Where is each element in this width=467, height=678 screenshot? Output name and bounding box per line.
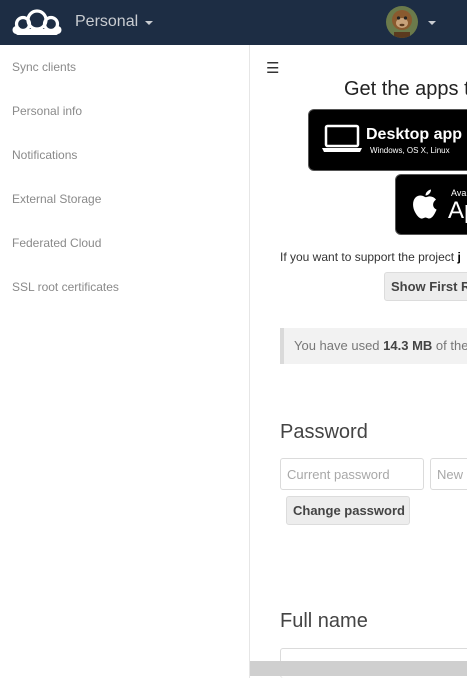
quota-suffix: of the bbox=[432, 338, 467, 353]
caret-down-icon bbox=[145, 21, 154, 25]
sidebar-item-sync-clients[interactable]: Sync clients bbox=[0, 45, 249, 89]
desktop-badge-subtitle: Windows, OS X, Linux bbox=[370, 146, 450, 155]
caret-down-icon bbox=[428, 21, 436, 25]
show-first-run-wizard-button[interactable]: Show First R bbox=[384, 272, 467, 301]
settings-sidebar: Sync clients Personal info Notifications… bbox=[0, 45, 250, 678]
desktop-app-badge[interactable]: Desktop app Windows, OS X, Linux bbox=[308, 109, 467, 171]
top-header: Personal bbox=[0, 0, 467, 45]
app-store-badge[interactable]: Ava Ap bbox=[395, 174, 467, 235]
horizontal-scrollbar[interactable] bbox=[250, 661, 467, 676]
storage-quota-bar: You have used 14.3 MB of the bbox=[280, 328, 467, 364]
app-menu-label: Personal bbox=[75, 13, 139, 30]
support-text-body: If you want to support the project bbox=[280, 250, 458, 264]
support-link[interactable]: j bbox=[457, 250, 460, 264]
sidebar-item-external-storage[interactable]: External Storage bbox=[0, 177, 249, 221]
full-name-section-title: Full name bbox=[280, 610, 368, 632]
apple-icon bbox=[413, 189, 437, 219]
quota-used-value: 14.3 MB bbox=[383, 338, 433, 353]
support-project-text: If you want to support the project j bbox=[280, 250, 461, 264]
sidebar-item-personal-info[interactable]: Personal info bbox=[0, 89, 249, 133]
main-content: ☰ Get the apps t Desktop app Windows, OS… bbox=[250, 45, 467, 678]
quota-prefix: You have used bbox=[294, 338, 384, 353]
app-store-badge-title: Ap bbox=[448, 197, 467, 224]
new-password-input[interactable] bbox=[430, 458, 467, 490]
change-password-button[interactable]: Change password bbox=[286, 496, 410, 525]
sidebar-item-federated-cloud[interactable]: Federated Cloud bbox=[0, 221, 249, 265]
avatar bbox=[386, 6, 418, 38]
user-menu-button[interactable] bbox=[386, 6, 436, 38]
desktop-badge-title: Desktop app bbox=[366, 126, 463, 143]
current-password-input[interactable] bbox=[280, 458, 424, 490]
sidebar-item-notifications[interactable]: Notifications bbox=[0, 133, 249, 177]
sidebar-item-ssl-root-certificates[interactable]: SSL root certificates bbox=[0, 265, 249, 309]
apps-heading: Get the apps t bbox=[344, 78, 467, 100]
cloud-logo-icon[interactable] bbox=[11, 8, 63, 36]
password-section-title: Password bbox=[280, 421, 368, 443]
laptop-icon bbox=[322, 124, 362, 152]
app-menu-button[interactable]: Personal bbox=[75, 13, 154, 31]
hamburger-icon[interactable]: ☰ bbox=[266, 59, 279, 77]
